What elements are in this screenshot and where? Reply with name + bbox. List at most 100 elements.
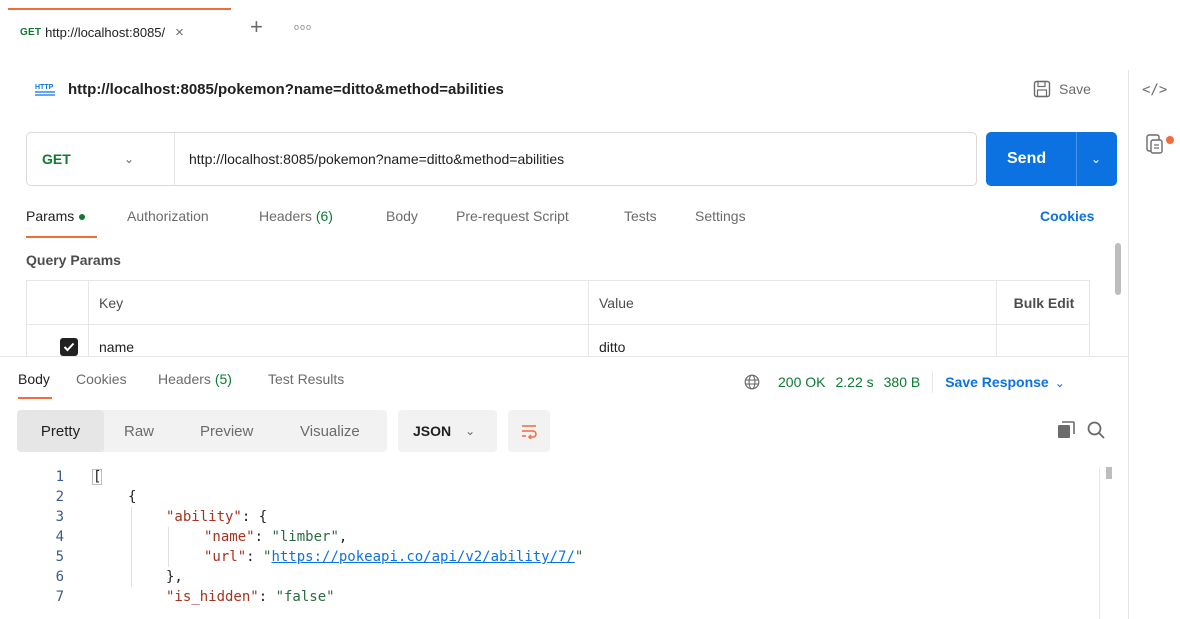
doc-icon[interactable]	[1146, 134, 1164, 154]
tab-settings[interactable]: Settings	[695, 208, 746, 224]
copy-icon[interactable]	[1057, 421, 1075, 439]
close-icon[interactable]: ×	[175, 24, 184, 41]
table-row: name ditto	[27, 325, 1089, 358]
view-pretty[interactable]: Pretty	[17, 410, 104, 452]
response-body-editor[interactable]: 1 2 3 4 5 6 7 [ { "ability": { "name": "…	[0, 467, 1128, 619]
key-column-header: Key	[89, 281, 589, 325]
save-icon	[1033, 80, 1051, 98]
notification-dot	[1166, 136, 1174, 144]
code-line-6: },	[166, 569, 183, 585]
send-label: Send	[1007, 150, 1047, 167]
line-number: 1	[55, 469, 64, 485]
tab-label: Headers	[158, 371, 211, 387]
tab-pre-request-script[interactable]: Pre-request Script	[456, 208, 569, 224]
checkmark-icon	[63, 342, 74, 352]
json-value: "https://pokeapi.co/api/v2/ability/7/"	[263, 549, 584, 565]
params-table: Key Value Bulk Edit name ditto	[26, 280, 1090, 358]
wrap-icon	[522, 425, 537, 439]
json-value: "limber"	[271, 529, 339, 545]
code-line-3: "ability": {	[166, 509, 267, 525]
new-tab-button[interactable]: +	[250, 16, 263, 38]
indent-guide	[131, 507, 132, 587]
format-select[interactable]: JSON ⌄	[398, 410, 497, 452]
request-header: HTTP http://localhost:8085/pokemon?name=…	[34, 80, 504, 98]
save-response-button[interactable]: Save Response ⌄	[945, 374, 1065, 390]
view-visualize[interactable]: Visualize	[300, 410, 360, 452]
tab-params[interactable]: Params	[26, 208, 86, 224]
code-line-5: "url": "https://pokeapi.co/api/v2/abilit…	[204, 549, 584, 565]
svg-text:HTTP: HTTP	[35, 84, 54, 91]
json-value: "false"	[275, 589, 335, 605]
tab-title: http://localhost:8085/	[45, 24, 166, 40]
code-icon[interactable]: </>	[1142, 82, 1167, 98]
checkbox-column-header	[27, 281, 89, 325]
send-button[interactable]: Send ⌄	[986, 132, 1117, 186]
search-icon[interactable]	[1086, 420, 1106, 440]
cookies-link[interactable]: Cookies	[1040, 208, 1094, 224]
line-number: 7	[55, 589, 64, 605]
tab-tests[interactable]: Tests	[624, 208, 657, 224]
param-value[interactable]: ditto	[589, 325, 997, 358]
url-bar: GET ⌄ http://localhost:8085/pokemon?name…	[26, 132, 977, 186]
line-number: 6	[55, 569, 64, 585]
wrap-lines-button[interactable]	[508, 410, 550, 452]
save-button[interactable]: Save	[1033, 80, 1091, 98]
json-key: "url"	[204, 549, 247, 565]
method-value: GET	[42, 151, 71, 167]
line-number: 2	[55, 489, 64, 505]
response-size[interactable]: 380 B	[884, 374, 921, 390]
view-preview[interactable]: Preview	[200, 410, 253, 452]
tab-test-results[interactable]: Test Results	[268, 371, 344, 387]
view-mode-tabs: Pretty Raw Preview Visualize	[17, 410, 387, 452]
tab-response-cookies[interactable]: Cookies	[76, 371, 127, 387]
request-tab[interactable]: GET http://localhost:8085/ ×	[8, 8, 231, 54]
request-scrollbar[interactable]	[1115, 243, 1121, 295]
json-key: "name"	[204, 529, 255, 545]
right-sidebar: </>	[1128, 70, 1180, 619]
url-input[interactable]: http://localhost:8085/pokemon?name=ditto…	[175, 151, 564, 167]
param-key[interactable]: name	[89, 325, 589, 358]
divider	[932, 371, 934, 393]
line-number: 5	[55, 549, 64, 565]
response-meta: 200 OK 2.22 s 380 B Save Response ⌄	[744, 371, 1065, 393]
tab-label: Params	[26, 208, 75, 224]
tab-authorization[interactable]: Authorization	[127, 208, 209, 224]
value-column-header: Value	[589, 281, 997, 325]
tab-response-body[interactable]: Body	[18, 371, 50, 387]
tab-headers[interactable]: Headers (6)	[259, 208, 333, 224]
save-response-label: Save Response	[945, 374, 1049, 390]
query-params-title: Query Params	[26, 252, 121, 268]
code-line-2: {	[128, 489, 137, 505]
format-value: JSON	[413, 423, 452, 439]
editor-scrollbar[interactable]	[1106, 467, 1112, 479]
open-bracket: [	[92, 469, 103, 485]
editor-gutter-line	[1099, 467, 1100, 619]
url-link[interactable]: https://pokeapi.co/api/v2/ability/7/	[271, 549, 574, 565]
globe-icon[interactable]	[744, 374, 760, 390]
status-code[interactable]: 200 OK	[778, 374, 825, 390]
tab-response-headers[interactable]: Headers (5)	[158, 371, 232, 387]
method-select[interactable]: GET ⌄	[27, 133, 175, 185]
response-pane: Body Cookies Headers (5) Test Results 20…	[0, 356, 1128, 619]
code-line-4: "name": "limber",	[204, 529, 348, 545]
more-tabs-icon[interactable]: ooo	[294, 22, 312, 32]
request-title[interactable]: http://localhost:8085/pokemon?name=ditto…	[68, 81, 504, 98]
tab-label: Headers	[259, 208, 312, 224]
json-punct: : {	[241, 509, 268, 525]
code-line-7: "is_hidden": "false"	[166, 589, 335, 605]
send-separator	[1076, 132, 1077, 186]
http-icon: HTTP	[35, 84, 55, 96]
params-active-dot	[79, 214, 86, 221]
chevron-down-icon[interactable]: ⌄	[1091, 152, 1101, 166]
tab-body[interactable]: Body	[386, 208, 418, 224]
view-raw[interactable]: Raw	[124, 410, 154, 452]
param-actions	[997, 325, 1089, 358]
tab-method: GET	[20, 26, 42, 38]
bulk-edit-button[interactable]: Bulk Edit	[997, 281, 1089, 325]
active-tab-indicator	[26, 236, 97, 238]
row-checkbox[interactable]	[59, 338, 78, 356]
response-time[interactable]: 2.22 s	[835, 374, 873, 390]
code-line-1: [	[92, 469, 103, 485]
chevron-down-icon: ⌄	[124, 152, 135, 166]
line-number: 3	[55, 509, 64, 525]
